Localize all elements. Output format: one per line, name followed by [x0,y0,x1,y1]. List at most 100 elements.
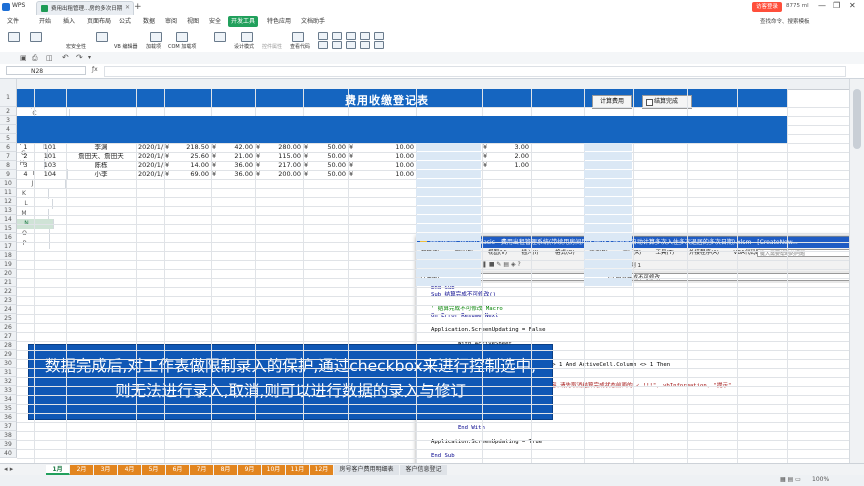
login-button[interactable]: 访客登录 [752,2,782,12]
row-header-37[interactable]: 37 [0,422,17,431]
record-food[interactable]: 50.00 [303,161,348,170]
textbox-control-icon[interactable] [332,41,342,49]
menu-security[interactable]: 安全 [206,16,224,27]
record-bed[interactable]: 21.00 [211,152,255,161]
view-code-button[interactable]: 查看代码 [290,43,310,50]
tab-scroll-icons[interactable]: ◂ ▸ [4,465,13,473]
menu-special[interactable]: 特色应用 [264,16,294,27]
control-properties-button[interactable]: 控件属性 [262,43,282,50]
record-service[interactable]: 200.00 [255,170,303,179]
print-icon[interactable]: ⎙ [32,54,38,63]
row-header-32[interactable]: 32 [0,377,17,386]
row-header-31[interactable]: 31 [0,368,17,377]
document-tab[interactable]: 费用出租管理...房的多次日期 ✕ [36,1,134,15]
combo-control-icon[interactable] [360,32,370,40]
row-header-40[interactable]: 40 [0,449,17,458]
new-tab-icon[interactable]: + [134,2,142,12]
button-control-icon[interactable] [374,32,384,40]
sheet-tab-4[interactable]: 4月 [118,465,142,475]
menu-doc-assistant[interactable]: 文档助手 [298,16,328,27]
wps-logo[interactable]: WPS [2,2,36,13]
fx-icon[interactable]: ƒx [92,66,98,73]
sheet-tab-9[interactable]: 9月 [238,465,262,475]
record-name[interactable]: 小李 [66,170,136,179]
row-header-29[interactable]: 29 [0,350,17,359]
record-no[interactable]: 2 [17,152,34,161]
row-header-14[interactable]: 14 [0,215,17,224]
record-bed[interactable]: 36.00 [211,161,255,170]
record-deposit[interactable]: 14.00 [164,161,211,170]
view-code-icon[interactable] [292,32,304,42]
sheet-tab-10[interactable]: 10月 [262,465,286,475]
record-deposit[interactable]: 69.00 [164,170,211,179]
row-header-26[interactable]: 26 [0,323,17,332]
macro-icon[interactable] [30,32,42,42]
row-header-35[interactable]: 35 [0,404,17,413]
view-mode-icons[interactable]: ▦ ▤ ▭ [780,476,801,483]
row-header-6[interactable]: 6 [0,143,17,152]
list-control-icon[interactable] [346,32,356,40]
option-control-icon[interactable] [332,32,342,40]
name-box[interactable]: N28 [6,66,86,75]
row-header-12[interactable]: 12 [0,197,17,206]
record-adjust[interactable]: 10.00 [348,152,416,161]
minimize-icon[interactable]: — [818,1,826,10]
scroll-control-icon[interactable] [346,41,356,49]
com-addins-icon[interactable] [176,32,188,42]
row-header-38[interactable]: 38 [0,431,17,440]
row-header-2[interactable]: 2 [0,107,17,116]
record-food[interactable]: 50.00 [303,170,348,179]
row-header-13[interactable]: 13 [0,206,17,215]
row-header-30[interactable]: 30 [0,359,17,368]
row-header-17[interactable]: 17 [0,242,17,251]
vb-editor-button[interactable]: VB 编辑器 [114,43,137,50]
row-header-23[interactable]: 23 [0,296,17,305]
record-bed[interactable]: 42.00 [211,143,255,152]
sheet-tab-11[interactable]: 11月 [286,465,310,475]
record-service[interactable]: 217.00 [255,161,303,170]
row-header-20[interactable]: 20 [0,269,17,278]
record-macro-icon[interactable] [8,32,20,42]
design-mode-icon[interactable] [241,32,253,42]
control-icon[interactable] [214,32,226,42]
row-header-22[interactable]: 22 [0,287,17,296]
addins-icon[interactable] [150,32,162,42]
preview-icon[interactable]: ◫ [46,54,53,62]
sheet-tab-2[interactable]: 2月 [70,465,94,475]
close-tab-icon[interactable]: ✕ [125,4,130,11]
sheet-tab-12[interactable]: 12月 [310,465,334,475]
record-name[interactable]: 陈栋 [66,161,136,170]
redo-icon[interactable]: ↷ [76,53,83,62]
row-header-11[interactable]: 11 [0,188,17,197]
menu-data[interactable]: 数据 [140,16,158,27]
sheet-scroll-thumb[interactable] [853,89,861,149]
select-all-corner[interactable] [0,79,17,89]
record-date[interactable]: 2020/1/12 [136,170,164,179]
maximize-icon[interactable]: ❐ [833,1,840,10]
menu-developer[interactable]: 开发工具 [228,16,259,27]
sheet-vertical-scrollbar[interactable] [849,79,864,463]
record-date[interactable]: 2020/1/16 [136,152,164,161]
record-paid[interactable] [482,170,531,179]
record-bed[interactable]: 36.00 [211,170,255,179]
row-header-21[interactable]: 21 [0,278,17,287]
sheet-tab-7[interactable]: 7月 [190,465,214,475]
spin-control-icon[interactable] [360,41,370,49]
row-header-1[interactable]: 1 [0,89,17,107]
row-header-4[interactable]: 4 [0,125,17,134]
menu-file[interactable]: 文件 [4,16,22,27]
vb-editor-icon[interactable] [96,32,108,42]
formula-input[interactable] [104,66,846,77]
row-header-33[interactable]: 33 [0,386,17,395]
record-name[interactable]: 李渊 [66,143,136,152]
menu-home[interactable]: 开始 [36,16,54,27]
row-header-28[interactable]: 28 [0,341,17,350]
checkbox-square-icon[interactable] [646,99,653,106]
image-control-icon[interactable] [374,41,384,49]
record-room[interactable]: 101 [34,152,66,161]
record-service[interactable]: 280.00 [255,143,303,152]
record-no[interactable]: 3 [17,161,34,170]
command-search[interactable]: 查找命令、搜索模板 [760,17,810,25]
chevron-down-icon[interactable]: ▾ [88,54,91,61]
record-room[interactable]: 104 [34,170,66,179]
